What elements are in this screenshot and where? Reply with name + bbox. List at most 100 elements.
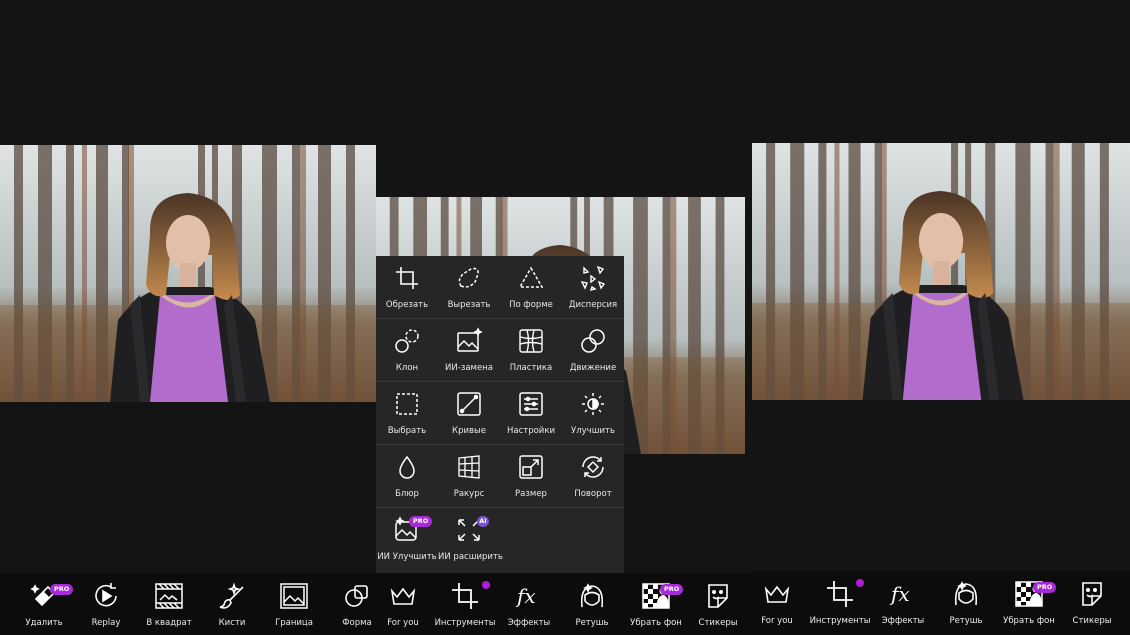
toolbar-item-stickers[interactable]: Стикеры xyxy=(1057,571,1127,633)
toolbar-label: Убрать фон xyxy=(1003,616,1055,626)
fx-icon: fx xyxy=(514,581,544,611)
stretch-icon xyxy=(517,327,545,355)
toolbar-item-brushes[interactable]: Кисти xyxy=(197,573,267,635)
toolbar-item-tools[interactable]: Инструменты xyxy=(430,573,500,635)
toolbar-label: For you xyxy=(387,618,419,628)
cutout-icon xyxy=(455,264,483,292)
tool-label: ИИ расширить xyxy=(438,552,503,562)
tool-shape-crop[interactable]: По форме xyxy=(500,256,562,319)
notification-dot xyxy=(856,579,864,587)
pro-badge: PRO xyxy=(50,584,74,595)
resize-icon xyxy=(517,453,545,481)
tool-label: Обрезать xyxy=(385,300,429,310)
toolbar-label: Инструменты xyxy=(434,618,496,628)
tool-label: Клон xyxy=(395,363,419,373)
tool-label: Выбрать xyxy=(387,426,427,436)
toolbar-item-retouch[interactable]: Ретушь xyxy=(931,571,1001,633)
tool-label: По форме xyxy=(509,300,553,310)
perspective-icon xyxy=(455,453,483,481)
bottom-toolbar-left: PRO Удалить Replay В квадрат Кисти Грани… xyxy=(0,573,752,635)
tool-ai-enhance[interactable]: PRO ИИ Улучшить xyxy=(376,508,438,571)
toolbar-label: Эффекты xyxy=(881,616,925,626)
dispersion-icon xyxy=(579,264,607,292)
tool-label: Размер xyxy=(515,489,547,499)
fx-icon: fx xyxy=(888,579,918,609)
tool-perspective[interactable]: Ракурс xyxy=(438,445,500,508)
toolbar-label: Стикеры xyxy=(1072,616,1112,626)
tool-label: ИИ Улучшить xyxy=(377,552,437,562)
tools-row: Выбрать Кривые Настройки Улучшить xyxy=(376,382,624,445)
tools-row: Блюр Ракурс Размер Поворот xyxy=(376,445,624,508)
tool-label: Блюр xyxy=(395,489,419,499)
tool-cutout[interactable]: Вырезать xyxy=(438,256,500,319)
tool-label: Вырезать xyxy=(447,300,491,310)
toolbar-item-square-fit[interactable]: В квадрат xyxy=(134,573,204,635)
bottom-toolbar-right: For you Инструменты fx Эффекты Ретушь PR… xyxy=(752,571,1130,635)
pro-badge: PRO xyxy=(660,584,684,595)
toolbar-item-tools[interactable]: Инструменты xyxy=(805,571,875,633)
tool-curves[interactable]: Кривые xyxy=(438,382,500,445)
toolbar-item-replay[interactable]: Replay xyxy=(71,573,141,635)
tools-row: Обрезать Вырезать По форме Дисперсия xyxy=(376,256,624,319)
toolbar-item-remove-bg[interactable]: PRO Убрать фон xyxy=(994,571,1064,633)
enhance-icon xyxy=(579,390,607,418)
tool-label: Настройки xyxy=(506,426,555,436)
retouch-icon xyxy=(577,581,607,611)
tool-label: Поворот xyxy=(574,489,612,499)
toolbar-item-retouch[interactable]: Ретушь xyxy=(557,573,627,635)
tool-motion[interactable]: Движение xyxy=(562,319,624,382)
pro-badge: PRO xyxy=(409,516,433,527)
crown-icon xyxy=(762,579,792,609)
toolbar-label: Replay xyxy=(91,618,121,628)
pro-badge: PRO xyxy=(1033,582,1057,593)
tool-label: Ракурс xyxy=(453,489,485,499)
tool-label: Дисперсия xyxy=(568,300,618,310)
tool-ai-replace[interactable]: ИИ-замена xyxy=(438,319,500,382)
toolbar-item-for-you[interactable]: For you xyxy=(742,571,812,633)
tool-resize[interactable]: Размер xyxy=(500,445,562,508)
toolbar-label: Удалить xyxy=(25,618,63,628)
tool-blur[interactable]: Блюр xyxy=(376,445,438,508)
ai-replace-icon xyxy=(455,327,483,355)
crown-icon xyxy=(388,581,418,611)
photo-preview-left xyxy=(0,145,376,402)
photo-preview-right xyxy=(752,143,1130,400)
toolbar-item-for-you[interactable]: For you xyxy=(368,573,438,635)
select-icon xyxy=(393,390,421,418)
tool-stretch[interactable]: Пластика xyxy=(500,319,562,382)
tool-enhance[interactable]: Улучшить xyxy=(562,382,624,445)
toolbar-item-remove-bg[interactable]: PRO Убрать фон xyxy=(621,573,691,635)
tool-rotate[interactable]: Поворот xyxy=(562,445,624,508)
rotate-icon xyxy=(579,453,607,481)
toolbar-item-border[interactable]: Граница xyxy=(259,573,329,635)
toolbar-item-effects[interactable]: fx Эффекты xyxy=(494,573,564,635)
tool-dispersion[interactable]: Дисперсия xyxy=(562,256,624,319)
toolbar-item-remove[interactable]: PRO Удалить xyxy=(9,573,79,635)
toolbar-item-effects[interactable]: fx Эффекты xyxy=(868,571,938,633)
tool-label: ИИ-замена xyxy=(445,363,493,373)
tools-panel: Обрезать Вырезать По форме Дисперсия Кло… xyxy=(376,256,624,573)
clone-icon xyxy=(393,327,421,355)
replay-icon xyxy=(91,581,121,611)
tool-clone[interactable]: Клон xyxy=(376,319,438,382)
toolbar-label: Эффекты xyxy=(507,618,551,628)
tool-label: Кривые xyxy=(452,426,486,436)
tool-adjust[interactable]: Настройки xyxy=(500,382,562,445)
crop-icon xyxy=(393,264,421,292)
toolbar-label: Убрать фон xyxy=(630,618,682,628)
toolbar-label: Граница xyxy=(275,618,313,628)
toolbar-label: For you xyxy=(761,616,793,626)
tool-crop[interactable]: Обрезать xyxy=(376,256,438,319)
tool-select[interactable]: Выбрать xyxy=(376,382,438,445)
motion-icon xyxy=(579,327,607,355)
tool-label: Улучшить xyxy=(571,426,615,436)
brush-icon xyxy=(217,581,247,611)
ai-badge: AI xyxy=(477,516,489,527)
tool-ai-expand[interactable]: AI ИИ расширить xyxy=(438,508,503,571)
tools-row: PRO ИИ Улучшить AI ИИ расширить xyxy=(376,508,624,571)
sticker-icon xyxy=(1077,579,1107,609)
tool-label: Движение xyxy=(569,363,617,373)
toolbar-label: Кисти xyxy=(218,618,246,628)
border-icon xyxy=(279,581,309,611)
tool-label: Пластика xyxy=(509,363,553,373)
